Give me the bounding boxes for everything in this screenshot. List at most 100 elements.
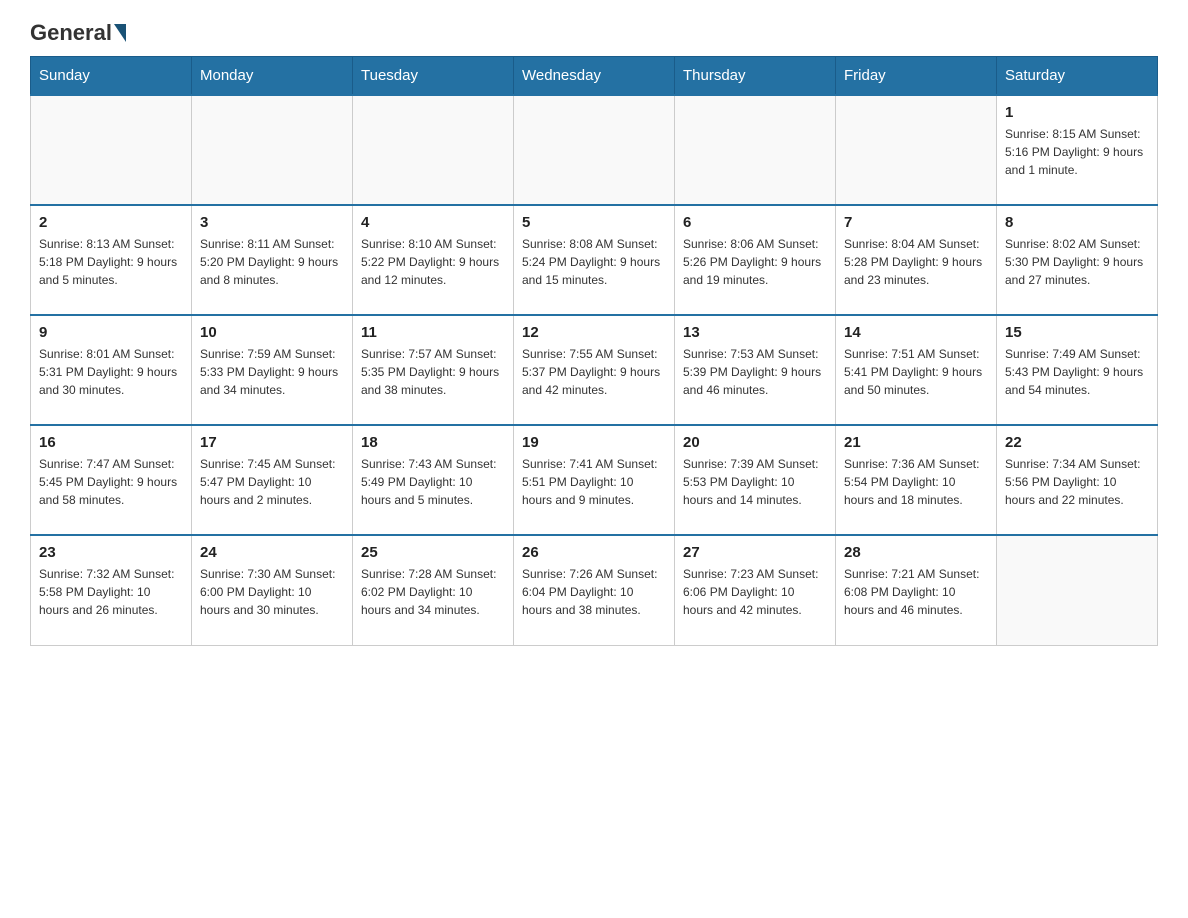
calendar-cell: 15Sunrise: 7:49 AM Sunset: 5:43 PM Dayli… bbox=[997, 315, 1158, 425]
calendar-cell: 1Sunrise: 8:15 AM Sunset: 5:16 PM Daylig… bbox=[997, 95, 1158, 205]
day-info: Sunrise: 7:32 AM Sunset: 5:58 PM Dayligh… bbox=[39, 565, 183, 619]
day-number: 13 bbox=[683, 324, 827, 341]
column-header-sunday: Sunday bbox=[31, 57, 192, 96]
calendar-cell: 25Sunrise: 7:28 AM Sunset: 6:02 PM Dayli… bbox=[353, 535, 514, 645]
day-number: 22 bbox=[1005, 434, 1149, 451]
day-number: 24 bbox=[200, 544, 344, 561]
calendar-cell: 5 Sunrise: 8:08 AM Sunset: 5:24 PM Daylig… bbox=[514, 205, 675, 315]
day-number: 19 bbox=[522, 434, 666, 451]
day-info: Sunrise: 7:51 AM Sunset: 5:41 PM Dayligh… bbox=[844, 345, 988, 399]
logo-arrow-icon bbox=[114, 24, 126, 42]
day-number: 8 bbox=[1005, 214, 1149, 231]
day-number: 9 bbox=[39, 324, 183, 341]
day-number: 25 bbox=[361, 544, 505, 561]
column-header-monday: Monday bbox=[192, 57, 353, 96]
day-info: Sunrise: 7:41 AM Sunset: 5:51 PM Dayligh… bbox=[522, 455, 666, 509]
day-info: Sunrise: 7:59 AM Sunset: 5:33 PM Dayligh… bbox=[200, 345, 344, 399]
day-info: Sunrise: 8:02 AM Sunset: 5:30 PM Dayligh… bbox=[1005, 235, 1149, 289]
day-info: Sunrise: 7:53 AM Sunset: 5:39 PM Dayligh… bbox=[683, 345, 827, 399]
column-header-saturday: Saturday bbox=[997, 57, 1158, 96]
day-number: 20 bbox=[683, 434, 827, 451]
calendar-cell bbox=[353, 95, 514, 205]
day-info: Sunrise: 7:26 AM Sunset: 6:04 PM Dayligh… bbox=[522, 565, 666, 619]
calendar-cell: 9 Sunrise: 8:01 AM Sunset: 5:31 PM Daylig… bbox=[31, 315, 192, 425]
calendar-cell: 21 Sunrise: 7:36 AM Sunset: 5:54 PM Dayli… bbox=[836, 425, 997, 535]
calendar-cell: 2 Sunrise: 8:13 AM Sunset: 5:18 PM Daylig… bbox=[31, 205, 192, 315]
calendar-cell: 4 Sunrise: 8:10 AM Sunset: 5:22 PM Daylig… bbox=[353, 205, 514, 315]
day-number: 2 bbox=[39, 214, 183, 231]
day-info: Sunrise: 7:47 AM Sunset: 5:45 PM Dayligh… bbox=[39, 455, 183, 509]
day-number: 10 bbox=[200, 324, 344, 341]
day-number: 17 bbox=[200, 434, 344, 451]
day-number: 16 bbox=[39, 434, 183, 451]
logo-general-text: General bbox=[30, 20, 112, 46]
day-info: Sunrise: 8:08 AM Sunset: 5:24 PM Dayligh… bbox=[522, 235, 666, 289]
day-number: 7 bbox=[844, 214, 988, 231]
calendar-cell: 13 Sunrise: 7:53 AM Sunset: 5:39 PM Dayli… bbox=[675, 315, 836, 425]
calendar-cell: 11 Sunrise: 7:57 AM Sunset: 5:35 PM Dayli… bbox=[353, 315, 514, 425]
calendar-cell: 20 Sunrise: 7:39 AM Sunset: 5:53 PM Dayli… bbox=[675, 425, 836, 535]
page-header: General bbox=[30, 20, 1158, 46]
day-info: Sunrise: 8:06 AM Sunset: 5:26 PM Dayligh… bbox=[683, 235, 827, 289]
day-info: Sunrise: 8:01 AM Sunset: 5:31 PM Dayligh… bbox=[39, 345, 183, 399]
calendar-cell: 26 Sunrise: 7:26 AM Sunset: 6:04 PM Dayli… bbox=[514, 535, 675, 645]
logo: General bbox=[30, 20, 128, 46]
calendar-cell: 16 Sunrise: 7:47 AM Sunset: 5:45 PM Dayli… bbox=[31, 425, 192, 535]
calendar-cell: 7 Sunrise: 8:04 AM Sunset: 5:28 PM Daylig… bbox=[836, 205, 997, 315]
calendar-cell: 8 Sunrise: 8:02 AM Sunset: 5:30 PM Daylig… bbox=[997, 205, 1158, 315]
day-number: 21 bbox=[844, 434, 988, 451]
day-number: 4 bbox=[361, 214, 505, 231]
calendar-cell: 22Sunrise: 7:34 AM Sunset: 5:56 PM Dayli… bbox=[997, 425, 1158, 535]
calendar-cell: 10 Sunrise: 7:59 AM Sunset: 5:33 PM Dayli… bbox=[192, 315, 353, 425]
day-info: Sunrise: 7:39 AM Sunset: 5:53 PM Dayligh… bbox=[683, 455, 827, 509]
day-info: Sunrise: 7:36 AM Sunset: 5:54 PM Dayligh… bbox=[844, 455, 988, 509]
day-info: Sunrise: 7:49 AM Sunset: 5:43 PM Dayligh… bbox=[1005, 345, 1149, 399]
calendar-cell bbox=[192, 95, 353, 205]
week-row-5: 23 Sunrise: 7:32 AM Sunset: 5:58 PM Dayli… bbox=[31, 535, 1158, 645]
day-info: Sunrise: 7:21 AM Sunset: 6:08 PM Dayligh… bbox=[844, 565, 988, 619]
column-header-wednesday: Wednesday bbox=[514, 57, 675, 96]
calendar-cell bbox=[31, 95, 192, 205]
day-number: 18 bbox=[361, 434, 505, 451]
day-info: Sunrise: 7:57 AM Sunset: 5:35 PM Dayligh… bbox=[361, 345, 505, 399]
calendar-header-row: SundayMondayTuesdayWednesdayThursdayFrid… bbox=[31, 57, 1158, 96]
calendar-cell: 6Sunrise: 8:06 AM Sunset: 5:26 PM Daylig… bbox=[675, 205, 836, 315]
day-number: 5 bbox=[522, 214, 666, 231]
calendar-cell: 24 Sunrise: 7:30 AM Sunset: 6:00 PM Dayli… bbox=[192, 535, 353, 645]
day-number: 23 bbox=[39, 544, 183, 561]
calendar-cell bbox=[997, 535, 1158, 645]
day-info: Sunrise: 7:55 AM Sunset: 5:37 PM Dayligh… bbox=[522, 345, 666, 399]
day-info: Sunrise: 8:04 AM Sunset: 5:28 PM Dayligh… bbox=[844, 235, 988, 289]
week-row-1: 1Sunrise: 8:15 AM Sunset: 5:16 PM Daylig… bbox=[31, 95, 1158, 205]
calendar-table: SundayMondayTuesdayWednesdayThursdayFrid… bbox=[30, 56, 1158, 646]
day-number: 26 bbox=[522, 544, 666, 561]
calendar-cell bbox=[836, 95, 997, 205]
calendar-cell bbox=[514, 95, 675, 205]
day-info: Sunrise: 8:10 AM Sunset: 5:22 PM Dayligh… bbox=[361, 235, 505, 289]
calendar-cell: 19 Sunrise: 7:41 AM Sunset: 5:51 PM Dayli… bbox=[514, 425, 675, 535]
column-header-friday: Friday bbox=[836, 57, 997, 96]
day-number: 3 bbox=[200, 214, 344, 231]
calendar-cell: 27 Sunrise: 7:23 AM Sunset: 6:06 PM Dayli… bbox=[675, 535, 836, 645]
day-info: Sunrise: 7:30 AM Sunset: 6:00 PM Dayligh… bbox=[200, 565, 344, 619]
calendar-cell: 17 Sunrise: 7:45 AM Sunset: 5:47 PM Dayli… bbox=[192, 425, 353, 535]
day-number: 27 bbox=[683, 544, 827, 561]
week-row-2: 2 Sunrise: 8:13 AM Sunset: 5:18 PM Daylig… bbox=[31, 205, 1158, 315]
day-number: 11 bbox=[361, 324, 505, 341]
calendar-cell: 23 Sunrise: 7:32 AM Sunset: 5:58 PM Dayli… bbox=[31, 535, 192, 645]
calendar-cell: 28 Sunrise: 7:21 AM Sunset: 6:08 PM Dayli… bbox=[836, 535, 997, 645]
calendar-cell: 3 Sunrise: 8:11 AM Sunset: 5:20 PM Daylig… bbox=[192, 205, 353, 315]
day-info: Sunrise: 7:43 AM Sunset: 5:49 PM Dayligh… bbox=[361, 455, 505, 509]
day-info: Sunrise: 8:13 AM Sunset: 5:18 PM Dayligh… bbox=[39, 235, 183, 289]
calendar-cell: 12 Sunrise: 7:55 AM Sunset: 5:37 PM Dayli… bbox=[514, 315, 675, 425]
day-number: 12 bbox=[522, 324, 666, 341]
calendar-cell bbox=[675, 95, 836, 205]
column-header-tuesday: Tuesday bbox=[353, 57, 514, 96]
day-info: Sunrise: 8:11 AM Sunset: 5:20 PM Dayligh… bbox=[200, 235, 344, 289]
day-number: 14 bbox=[844, 324, 988, 341]
day-info: Sunrise: 7:23 AM Sunset: 6:06 PM Dayligh… bbox=[683, 565, 827, 619]
day-number: 28 bbox=[844, 544, 988, 561]
column-header-thursday: Thursday bbox=[675, 57, 836, 96]
day-info: Sunrise: 7:45 AM Sunset: 5:47 PM Dayligh… bbox=[200, 455, 344, 509]
week-row-3: 9 Sunrise: 8:01 AM Sunset: 5:31 PM Daylig… bbox=[31, 315, 1158, 425]
